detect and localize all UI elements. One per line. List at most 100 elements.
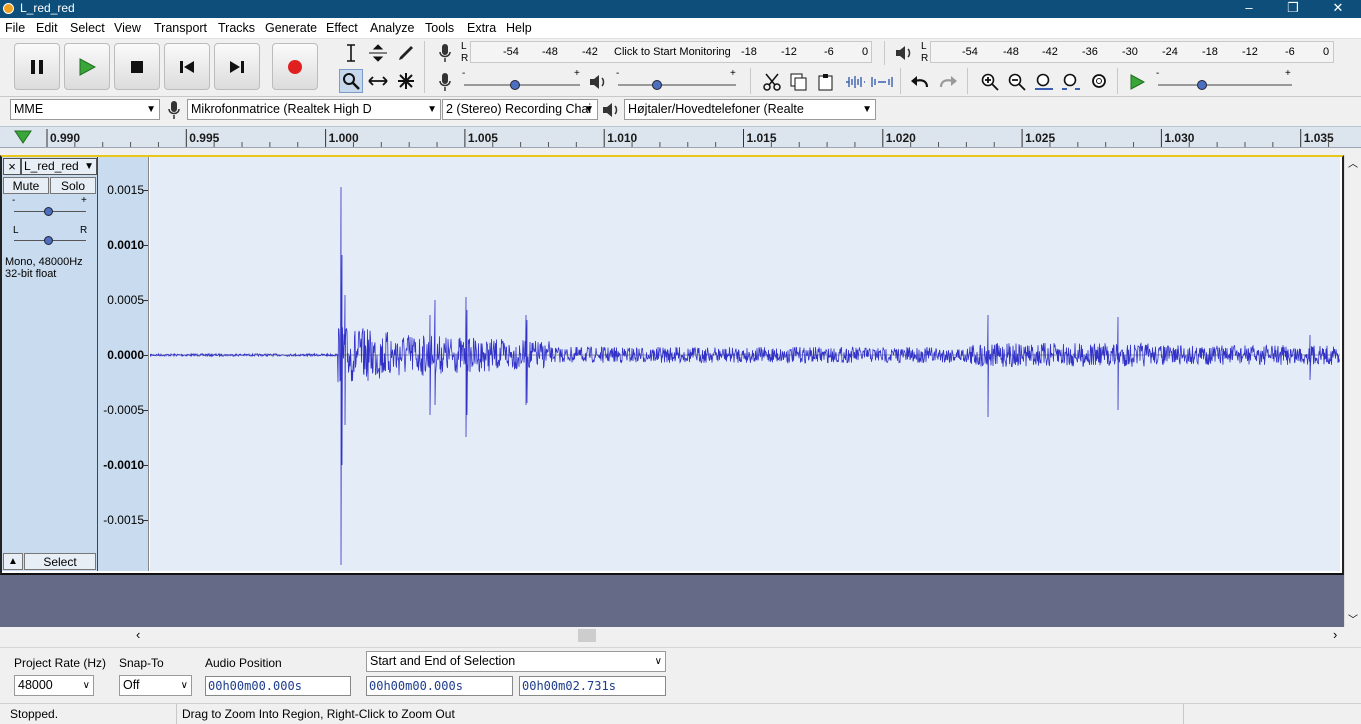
playback-volume-thumb[interactable] [652,80,662,90]
silence-icon [871,77,893,87]
recording-channels-select[interactable]: 2 (Stereo) Recording Chai ▼ [442,99,598,120]
zoom-in-button[interactable] [978,70,1002,94]
track-format-info: Mono, 48000Hz [5,256,83,268]
menu-view[interactable]: View [114,21,141,35]
window-title: L_red_red [20,1,75,15]
menu-tools[interactable]: Tools [425,21,454,35]
playback-volume-slider[interactable] [618,84,736,86]
waveform-view[interactable] [149,157,1340,571]
solo-button[interactable]: Solo [50,177,96,194]
amplitude-tick [142,245,148,246]
skip-to-end-button[interactable] [214,43,260,90]
menu-extra[interactable]: Extra [467,21,496,35]
play-speed-slider[interactable] [1158,84,1292,86]
amplitude-ruler[interactable]: 0.0015 0.0010 0.0005 0.0000 -0.0005 -0.0010 -0… [98,157,149,571]
waveform-path [149,186,1340,566]
ruler-tick-label: 1.010 [607,131,637,145]
stop-button[interactable] [114,43,160,90]
record-icon [288,59,302,74]
play-at-speed-button[interactable] [1125,70,1149,94]
menu-generate[interactable]: Generate [265,21,317,35]
app-icon [3,3,14,14]
gain-minus-label: - [12,195,16,206]
menu-select[interactable]: Select [70,21,105,35]
record-meter-tick: -54 [503,46,519,58]
ruler-tick-label: 1.030 [1164,131,1194,145]
track-sample-format: 32-bit float [5,268,57,280]
pause-button[interactable] [14,43,60,90]
timeline-ruler[interactable]: 0.990 0.995 1.000 1.005 1.010 1.015 1.020 1.025… [0,126,1361,148]
cut-button[interactable] [760,70,784,94]
draw-tool-button[interactable] [394,41,418,65]
scroll-up-icon[interactable]: ︿ [1348,155,1358,170]
click-to-start-monitoring[interactable]: Click to Start Monitoring [614,46,731,58]
microphone-icon [439,73,451,91]
selection-end-field[interactable]: 00h00m02.731s [519,676,666,696]
zoom-tool-button[interactable] [339,69,363,93]
collapse-track-button[interactable]: ▲ [3,553,23,570]
zoom-toggle-button[interactable] [1087,70,1111,94]
project-rate-select[interactable]: 48000 ∨ [14,675,94,696]
scroll-down-icon[interactable]: ﹀ [1348,611,1358,626]
multi-tool-button[interactable] [394,69,418,93]
play-speed-thumb[interactable] [1197,80,1207,90]
scroll-left-icon[interactable]: ‹ [136,627,140,642]
menu-analyze[interactable]: Analyze [370,21,414,35]
restore-button[interactable]: ❐ [1270,0,1316,18]
microphone-icon [168,100,180,119]
audio-position-field[interactable]: 00h00m00.000s [205,676,351,696]
scroll-right-icon[interactable]: › [1333,627,1337,642]
ruler-tick-label: 0.995 [189,131,219,145]
record-button[interactable] [272,43,318,90]
menu-file[interactable]: File [5,21,25,35]
menu-edit[interactable]: Edit [36,21,58,35]
gain-slider-thumb[interactable] [44,207,53,216]
zoom-toggle-icon [1092,74,1106,88]
vertical-scrollbar[interactable]: ︿ ﹀ [1344,155,1361,627]
fit-selection-button[interactable] [1032,70,1056,94]
track-name-menu[interactable]: L_red_red ▼ [21,158,97,175]
record-meter-button[interactable] [434,42,456,64]
pan-slider-thumb[interactable] [44,236,53,245]
recording-volume-thumb[interactable] [510,80,520,90]
audio-host-select[interactable]: MME ▼ [10,99,160,120]
copy-button[interactable] [787,70,811,94]
track-close-button[interactable]: × [3,158,21,175]
minimize-button[interactable]: – [1226,0,1272,18]
recording-device-select[interactable]: Mikrofonmatrice (Realtek High D ▼ [187,99,441,120]
horizontal-scroll-thumb[interactable] [578,629,596,642]
menu-tracks[interactable]: Tracks [218,21,255,35]
horizontal-scrollbar[interactable]: ‹ › [0,627,1361,644]
skip-to-start-button[interactable] [164,43,210,90]
redo-button[interactable] [936,70,960,94]
time-shift-tool-button[interactable] [366,69,390,93]
menu-help[interactable]: Help [506,21,532,35]
undo-button[interactable] [908,70,932,94]
playback-device-select[interactable]: Højtaler/Hovedtelefoner (Realte ▼ [624,99,876,120]
amplitude-tick [142,355,148,356]
menu-effect[interactable]: Effect [326,21,358,35]
selection-tool-button[interactable] [339,41,363,65]
magnifier-icon [343,73,360,90]
playback-meter-button[interactable] [893,42,915,64]
selection-mode-select[interactable]: Start and End of Selection ∨ [366,651,666,672]
trim-audio-button[interactable] [843,70,867,94]
status-hint: Drag to Zoom Into Region, Right-Click to… [182,707,455,721]
selection-start-field[interactable]: 00h00m00.000s [366,676,513,696]
amplitude-tick [142,300,148,301]
paste-button[interactable] [814,70,838,94]
close-window-button[interactable]: ✕ [1315,0,1361,18]
mute-button[interactable]: Mute [3,177,49,194]
zoom-out-button[interactable] [1005,70,1029,94]
silence-audio-button[interactable] [870,70,894,94]
fit-project-button[interactable] [1059,70,1083,94]
recording-volume-slider[interactable] [464,84,580,86]
select-track-button[interactable]: Select [24,553,96,570]
amplitude-tick [142,410,148,411]
play-button[interactable] [64,43,110,90]
envelope-tool-button[interactable] [366,41,390,65]
menu-transport[interactable]: Transport [154,21,207,35]
empty-track-area[interactable] [0,575,1344,627]
snap-to-select[interactable]: Off ∨ [119,675,192,696]
selection-toolbar: Project Rate (Hz) 48000 ∨ Snap-To Off ∨ Au… [0,647,1361,700]
